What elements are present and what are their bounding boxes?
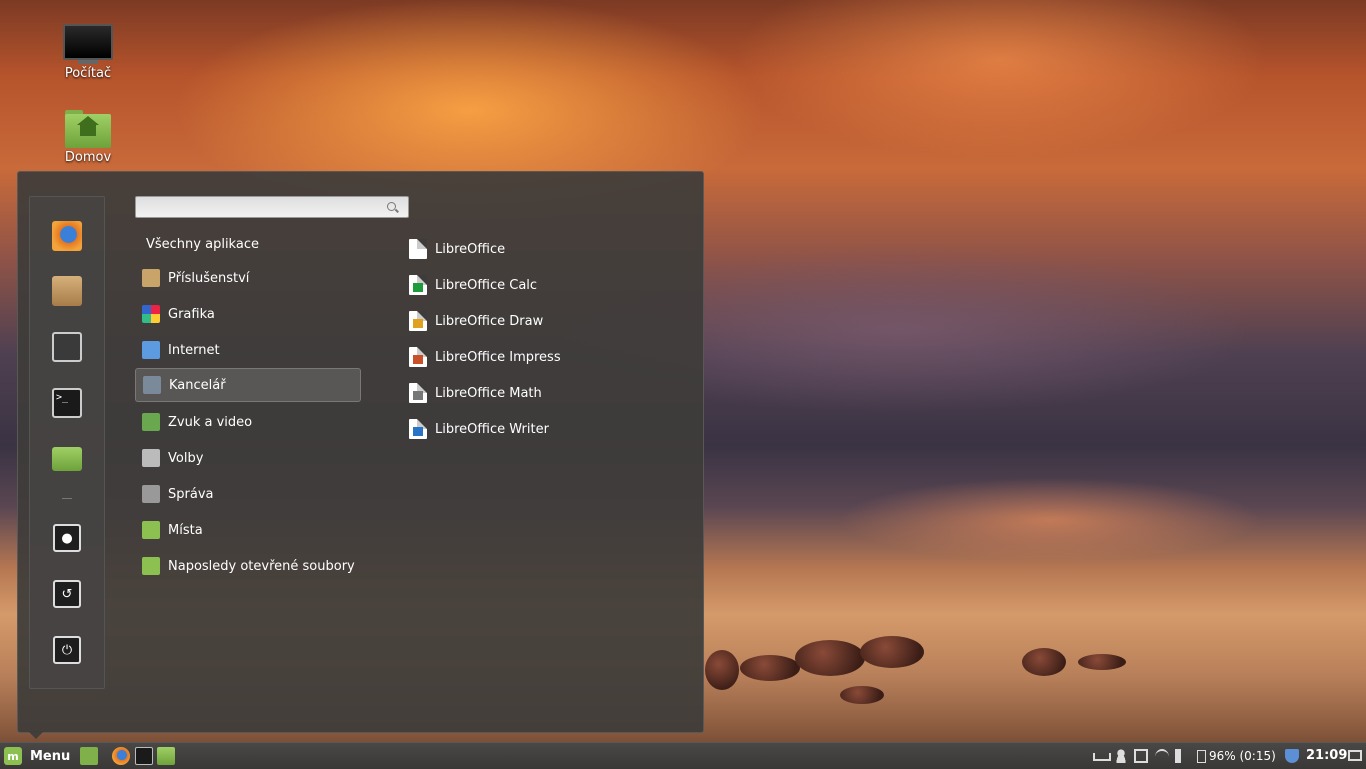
all-applications-link[interactable]: Všechny aplikace (146, 237, 259, 252)
category-label: Příslušenství (168, 270, 250, 286)
app-label: LibreOffice Impress (435, 349, 561, 365)
category-label: Naposledy otevřené soubory (168, 558, 355, 574)
preferences-icon (142, 449, 160, 467)
wallpaper-rock (860, 636, 924, 668)
category-label: Internet (168, 342, 220, 358)
libreoffice-impress-icon (409, 347, 427, 367)
desktop-icon-label: Počítač (64, 66, 112, 81)
category-label: Grafika (168, 306, 215, 322)
application-menu: >_ ● ↺ ⏻ Všechny aplikace Příslušenství … (17, 171, 704, 733)
libreoffice-math-icon (409, 383, 427, 403)
internet-icon (142, 341, 160, 359)
battery-status: 96% (0:15) (1209, 749, 1276, 763)
package-manager-icon[interactable] (52, 276, 82, 306)
app-label: LibreOffice Calc (435, 277, 538, 293)
menu-pointer (28, 731, 44, 739)
category-office[interactable]: Kancelář (135, 368, 361, 402)
keyboard-layout-icon[interactable] (1093, 753, 1111, 761)
multimedia-icon (142, 413, 160, 431)
category-preferences[interactable]: Volby (135, 441, 361, 475)
wallpaper-rock (840, 686, 884, 704)
wallpaper-rock (705, 650, 739, 690)
desktop-computer-shortcut[interactable]: Počítač (53, 24, 123, 81)
libreoffice-draw-icon (409, 311, 427, 331)
graphics-icon (142, 305, 160, 323)
app-libreoffice[interactable]: LibreOffice (409, 233, 505, 265)
search-icon (387, 202, 396, 211)
volume-icon[interactable] (1175, 749, 1185, 763)
accessories-icon (142, 269, 160, 287)
app-libreoffice-draw[interactable]: LibreOffice Draw (409, 305, 543, 337)
monitor-stand (78, 60, 98, 64)
office-icon (143, 376, 161, 394)
terminal-icon[interactable]: >_ (52, 388, 82, 418)
battery-indicator[interactable]: 96% (0:15) (1197, 748, 1276, 764)
user-icon[interactable] (1114, 749, 1128, 763)
home-folder-icon (65, 110, 111, 148)
menu-button-label: Menu (30, 748, 71, 764)
category-label: Zvuk a video (168, 414, 253, 430)
logout-icon[interactable]: ↺ (53, 580, 81, 608)
app-libreoffice-math[interactable]: LibreOffice Math (409, 377, 542, 409)
shutdown-icon[interactable]: ⏻ (53, 636, 81, 664)
category-label: Kancelář (169, 377, 226, 393)
battery-icon (1197, 749, 1206, 763)
taskbar: m Menu 96% (0:15) 21:09 (0, 742, 1366, 769)
shield-icon[interactable] (1285, 749, 1299, 763)
libreoffice-icon (409, 239, 427, 259)
recent-files-icon (142, 557, 160, 575)
update-manager-icon[interactable] (1134, 749, 1148, 763)
favorites-separator (62, 498, 72, 499)
wallpaper-rock (1078, 654, 1126, 670)
wallpaper-rock (740, 655, 800, 681)
show-desktop-icon[interactable] (80, 747, 98, 765)
desktop-icon-label: Domov (64, 150, 112, 165)
places-folder-icon (142, 521, 160, 539)
category-accessories[interactable]: Příslušenství (135, 261, 361, 295)
wallpaper-rock (795, 640, 865, 676)
category-label: Správa (168, 486, 214, 502)
workspace-switcher-icon[interactable] (1348, 750, 1362, 761)
mint-logo-icon: m (4, 747, 22, 765)
app-libreoffice-writer[interactable]: LibreOffice Writer (409, 413, 549, 445)
app-label: LibreOffice Math (435, 385, 542, 401)
category-administration[interactable]: Správa (135, 477, 361, 511)
category-internet[interactable]: Internet (135, 333, 361, 367)
clock[interactable]: 21:09 (1306, 748, 1347, 763)
app-label: LibreOffice Writer (435, 421, 549, 437)
category-recent-files[interactable]: Naposledy otevřené soubory (135, 549, 361, 583)
wifi-icon[interactable] (1155, 749, 1169, 765)
files-launcher-icon[interactable] (157, 747, 175, 765)
app-libreoffice-impress[interactable]: LibreOffice Impress (409, 341, 561, 373)
search-field[interactable] (135, 196, 409, 218)
category-label: Místa (168, 522, 203, 538)
app-label: LibreOffice Draw (435, 313, 544, 329)
category-label: Volby (168, 450, 204, 466)
firefox-icon[interactable] (52, 221, 82, 251)
wallpaper-rock (1022, 648, 1066, 676)
libreoffice-calc-icon (409, 275, 427, 295)
libreoffice-writer-icon (409, 419, 427, 439)
desktop-home-shortcut[interactable]: Domov (53, 110, 123, 165)
app-libreoffice-calc[interactable]: LibreOffice Calc (409, 269, 537, 301)
search-input[interactable] (142, 199, 376, 217)
favorites-sidebar: >_ ● ↺ ⏻ (29, 196, 105, 689)
lock-screen-icon[interactable]: ● (53, 524, 81, 552)
system-settings-icon[interactable] (52, 332, 82, 362)
category-graphics[interactable]: Grafika (135, 297, 361, 331)
app-label: LibreOffice (435, 241, 506, 257)
terminal-launcher-icon[interactable] (135, 747, 153, 765)
category-places[interactable]: Místa (135, 513, 361, 547)
files-folder-icon[interactable] (52, 447, 82, 471)
computer-icon (63, 24, 113, 60)
menu-button[interactable]: m Menu (4, 746, 70, 766)
firefox-launcher-icon[interactable] (112, 747, 130, 765)
administration-icon (142, 485, 160, 503)
category-multimedia[interactable]: Zvuk a video (135, 405, 361, 439)
